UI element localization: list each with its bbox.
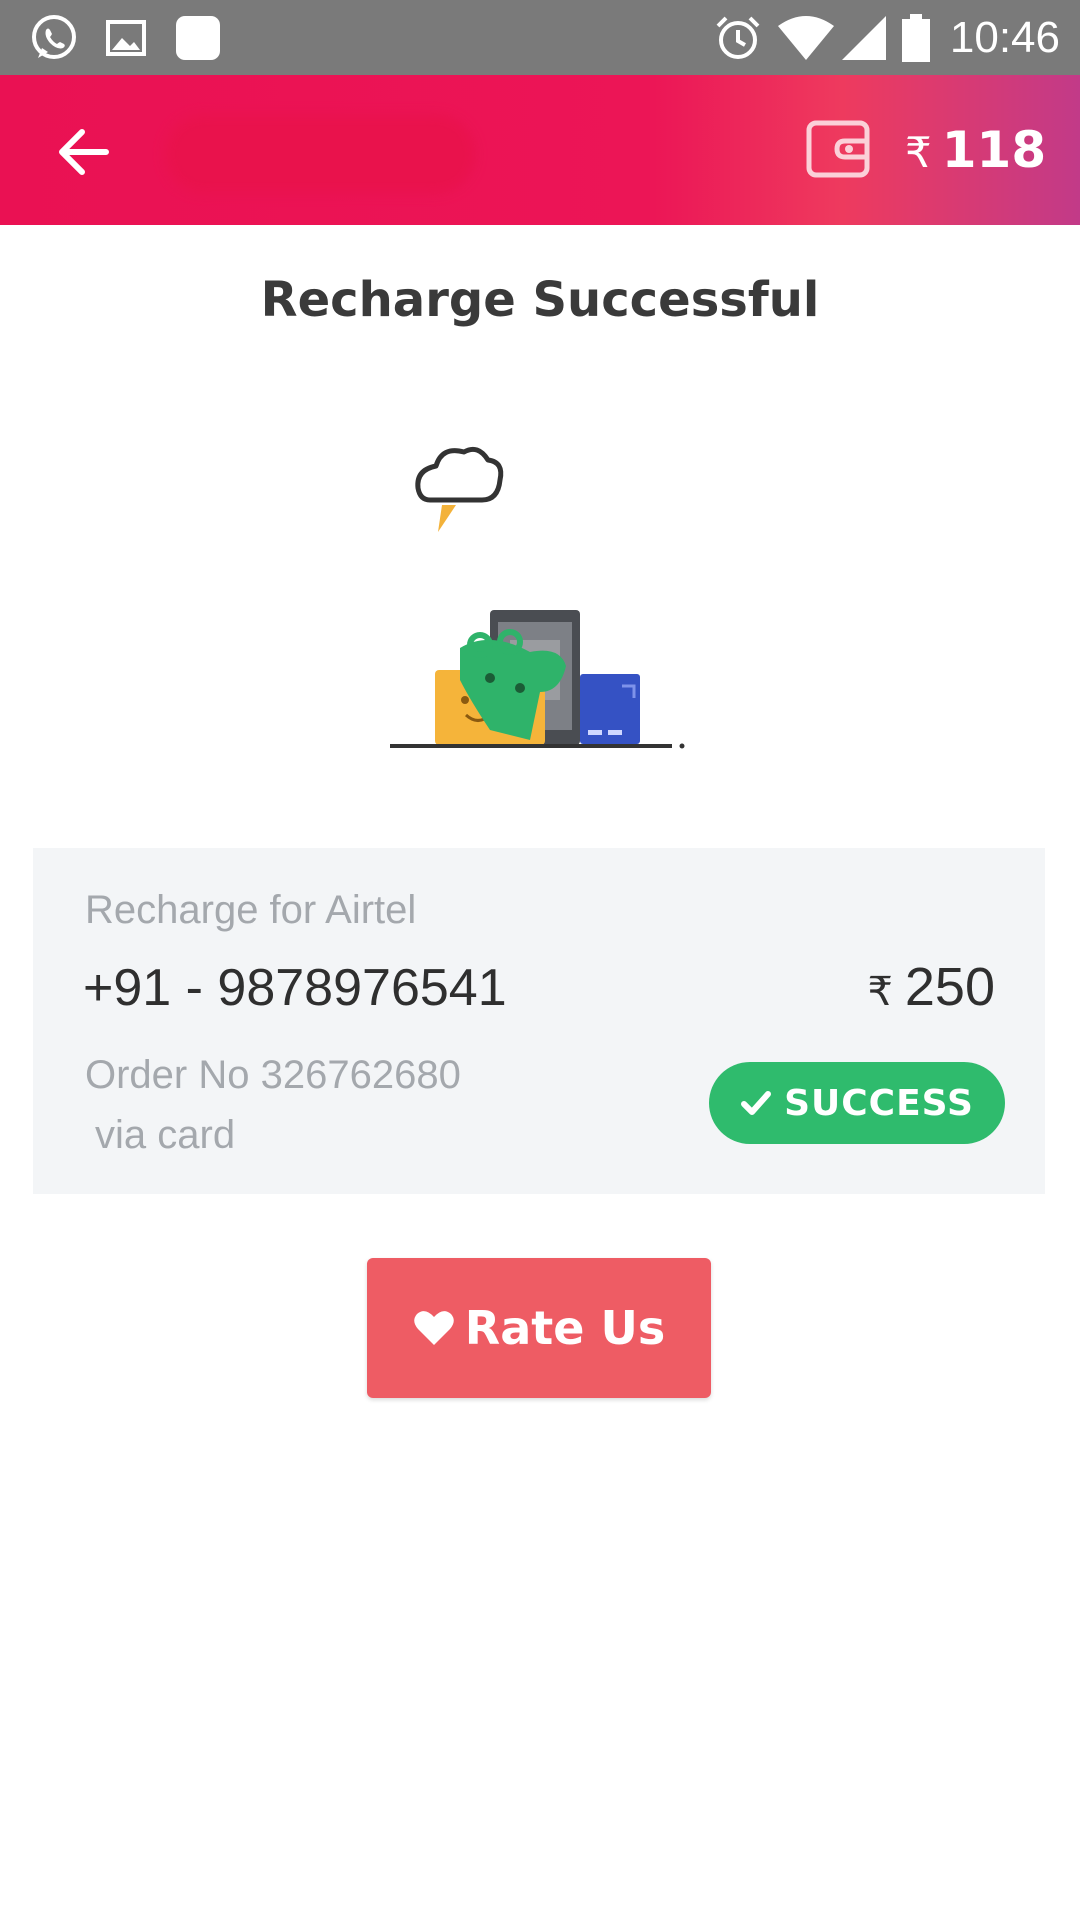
rate-us-label: Rate Us: [464, 1301, 666, 1355]
rate-us-button[interactable]: Rate Us: [367, 1258, 711, 1398]
payment-method: via card: [95, 1113, 236, 1157]
wallet-balance[interactable]: ₹118: [905, 118, 1046, 185]
wallet-icon[interactable]: [805, 117, 873, 181]
battery-icon: [902, 14, 930, 62]
redacted-title: [165, 115, 475, 193]
alarm-icon: [716, 16, 760, 59]
recharge-operator: Recharge for Airtel: [85, 888, 417, 932]
status-bar: 10:46: [0, 0, 1080, 75]
whatsapp-icon: [32, 15, 76, 59]
recharge-amount-value: 250: [904, 957, 995, 1017]
page-title: Recharge Successful: [260, 272, 820, 328]
cloud-icon: [415, 446, 504, 532]
recharge-phone: +91 - 9878976541: [83, 959, 507, 1017]
status-badge-label: SUCCESS: [784, 1082, 974, 1124]
status-badge: SUCCESS: [709, 1062, 1005, 1144]
order-number: Order No 326762680: [85, 1053, 461, 1097]
gallery-icon: [106, 20, 146, 56]
recharge-details-card: Recharge for Airtel +91 - 9878976541 ₹25…: [33, 848, 1045, 1194]
rupee-symbol: ₹: [905, 128, 932, 177]
recharge-amount: ₹250: [867, 956, 995, 1018]
app-header: ₹118: [0, 75, 1080, 225]
checkmark-icon: [741, 1091, 772, 1115]
signal-icon: [842, 16, 886, 60]
wifi-icon: [778, 16, 834, 60]
app-icon: [176, 16, 220, 60]
recharge-illustration: [390, 446, 685, 749]
wallet-balance-value: 118: [941, 121, 1047, 179]
rupee-symbol: ₹: [867, 970, 893, 1014]
back-arrow-icon[interactable]: [52, 120, 116, 184]
status-time: 10:46: [949, 13, 1060, 62]
heart-icon: [414, 1311, 454, 1345]
blue-card-icon: [580, 674, 640, 744]
